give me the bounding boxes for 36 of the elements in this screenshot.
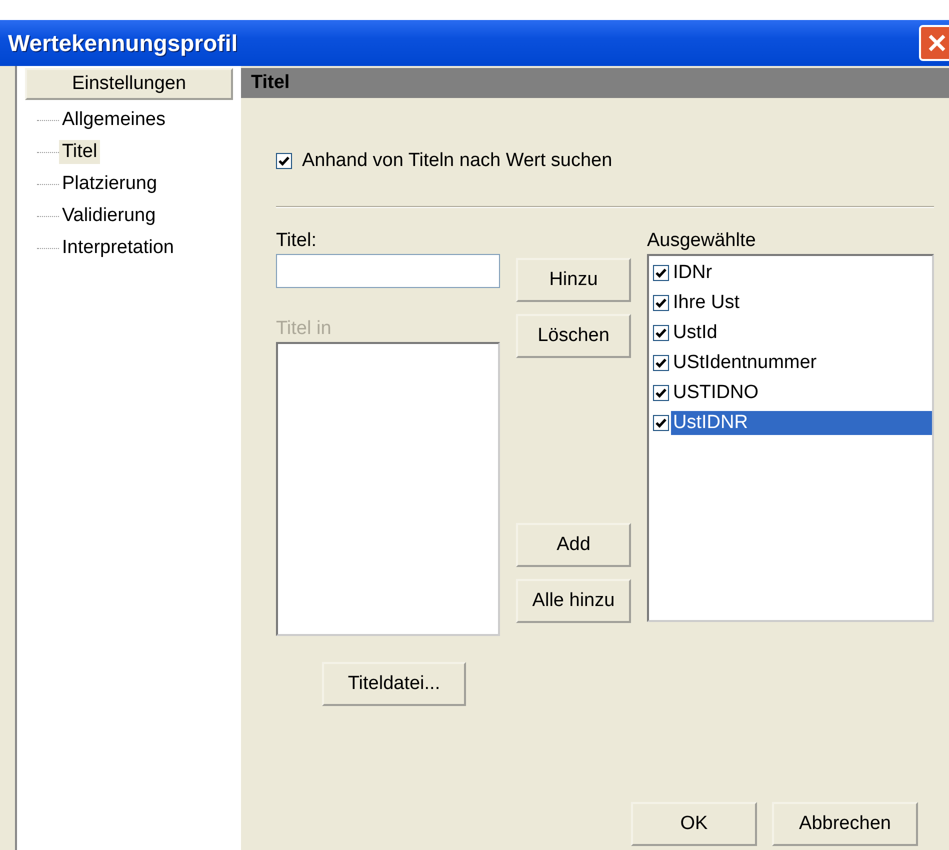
- list-item[interactable]: UstId: [671, 321, 932, 345]
- column-header[interactable]: Einstellungen: [25, 68, 233, 100]
- delete-button[interactable]: Löschen: [516, 314, 631, 358]
- cancel-button[interactable]: Abbrechen: [772, 802, 918, 846]
- checkbox-label: Anhand von Titeln nach Wert suchen: [302, 150, 612, 172]
- window-title: Wertekennungsprofil: [8, 30, 238, 56]
- checkbox[interactable]: [653, 295, 669, 311]
- tree-item[interactable]: Validierung: [59, 204, 159, 228]
- section-header: Titel: [241, 68, 949, 98]
- list-item[interactable]: IDNr: [671, 261, 932, 285]
- add-button[interactable]: Hinzu: [516, 258, 631, 302]
- close-button[interactable]: [919, 25, 949, 61]
- checkbox[interactable]: [276, 153, 292, 169]
- list-item[interactable]: UStIdentnummer: [671, 351, 932, 375]
- checkbox[interactable]: [653, 415, 669, 431]
- tree-item[interactable]: Titel: [59, 140, 100, 164]
- checkbox[interactable]: [653, 325, 669, 341]
- list-item[interactable]: USTIDNO: [671, 381, 932, 405]
- tree-item[interactable]: Allgemeines: [59, 108, 168, 132]
- field-label: Titel:: [276, 230, 318, 253]
- close-icon: [926, 32, 948, 54]
- tree-item[interactable]: Interpretation: [59, 236, 177, 260]
- tree-item[interactable]: Platzierung: [59, 172, 160, 196]
- list-item[interactable]: Ihre Ust: [671, 291, 932, 315]
- checkbox[interactable]: [653, 265, 669, 281]
- list-label: Ausgewählte: [647, 230, 757, 253]
- list-label: Titel in: [276, 318, 332, 341]
- selected-titles-list[interactable]: IDNr Ihre Ust UstId UStIdentnummer USTIDNO UstIDNR: [647, 254, 934, 622]
- title-input-field[interactable]: [276, 254, 500, 288]
- ok-button[interactable]: OK: [631, 802, 757, 846]
- title-file-button[interactable]: Titeldatei...: [322, 662, 466, 706]
- add-button[interactable]: Add: [516, 523, 631, 567]
- checkbox[interactable]: [653, 385, 669, 401]
- add-all-button[interactable]: Alle hinzu: [516, 579, 631, 623]
- list-item[interactable]: UstIDNR: [671, 411, 932, 435]
- checkbox[interactable]: [653, 355, 669, 371]
